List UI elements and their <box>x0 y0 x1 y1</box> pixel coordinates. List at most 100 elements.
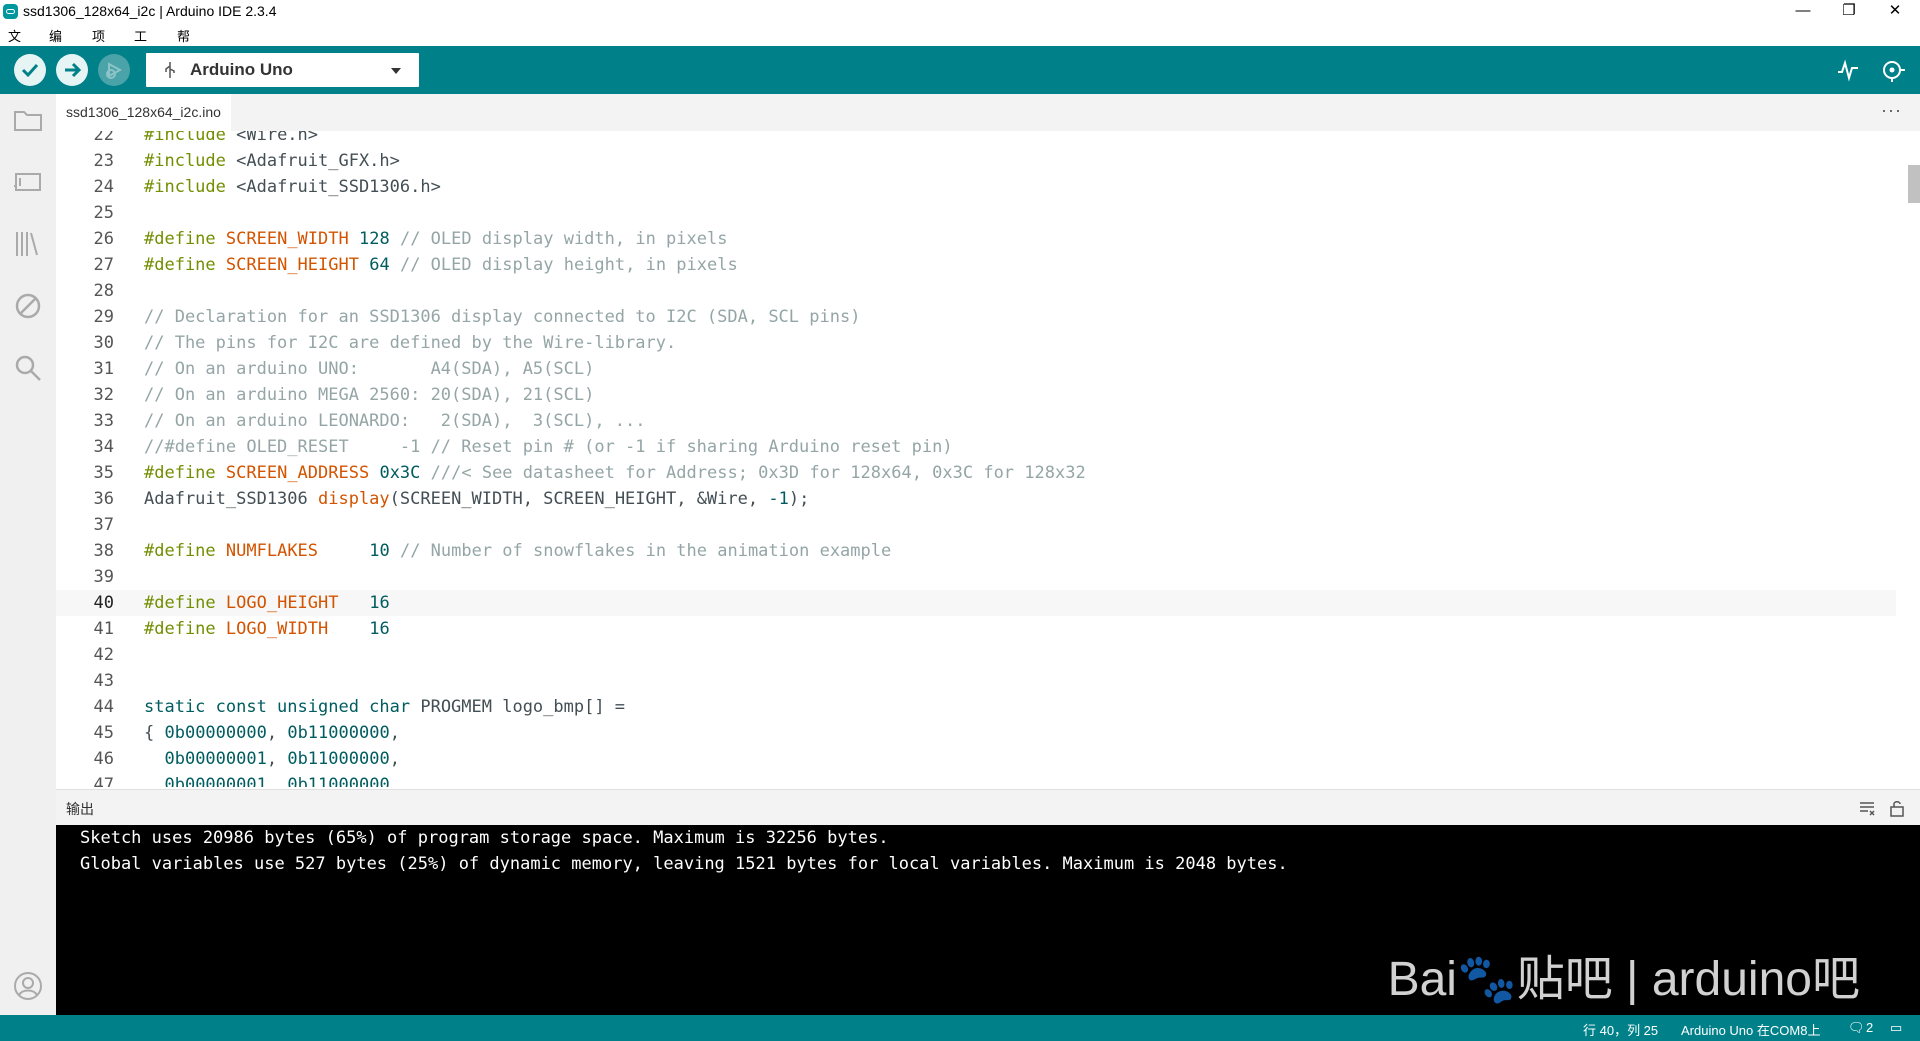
line-number: 27 <box>93 255 114 275</box>
code-text: #define LOGO_WIDTH 16 <box>144 619 390 639</box>
debug-no-icon[interactable] <box>12 290 44 322</box>
code-text: // On an arduino LEONARDO: 2(SDA), 3(SCL… <box>144 411 646 431</box>
line-number: 42 <box>93 645 114 665</box>
code-line[interactable]: 40 #define LOGO_HEIGHT 16 <box>56 590 1896 616</box>
minimize-button[interactable]: — <box>1780 0 1826 23</box>
chevron-down-icon <box>391 68 401 74</box>
code-line[interactable]: 25 <box>56 200 1896 226</box>
watermark: Bai🐾贴吧 | arduino吧 <box>1387 953 1860 1006</box>
code-line[interactable]: 41 #define LOGO_WIDTH 16 <box>56 616 1896 642</box>
line-number: 43 <box>93 671 114 691</box>
code-line[interactable]: 27 #define SCREEN_HEIGHT 64 // OLED displ… <box>56 252 1896 278</box>
code-line[interactable]: 32 // On an arduino MEGA 2560: 20(SDA), 2… <box>56 382 1896 408</box>
output-line: Global variables use 527 bytes (25%) of … <box>80 854 1288 874</box>
line-number: 31 <box>93 359 114 379</box>
line-number: 26 <box>93 229 114 249</box>
line-number: 30 <box>93 333 114 353</box>
library-icon[interactable] <box>12 228 44 260</box>
folder-icon[interactable] <box>12 104 44 136</box>
line-number: 46 <box>93 749 114 769</box>
usb-icon <box>165 62 175 78</box>
code-text: // The pins for I2C are defined by the W… <box>144 333 677 353</box>
toggle-panel-icon[interactable]: ▭ <box>1890 1020 1902 1036</box>
code-text: { 0b00000000, 0b11000000, <box>144 723 400 743</box>
tab-sketch-file[interactable]: ssd1306_128x64_i2c.ino <box>56 94 231 131</box>
board-selector[interactable]: Arduino Uno <box>146 53 419 87</box>
output-console[interactable]: Sketch uses 20986 bytes (65%) of program… <box>56 825 1920 1015</box>
line-number: 34 <box>93 437 114 457</box>
line-number: 36 <box>93 489 114 509</box>
board-label: Arduino Uno <box>190 60 293 79</box>
line-number: 41 <box>93 619 114 639</box>
window-title: ssd1306_128x64_i2c | Arduino IDE 2.3.4 <box>23 3 277 19</box>
serial-monitor-icon[interactable] <box>1878 56 1906 84</box>
tab-bar: ssd1306_128x64_i2c.ino ··· <box>56 94 1920 131</box>
board-port-status[interactable]: Arduino Uno 在COM8上 <box>1681 1020 1820 1039</box>
code-line[interactable]: 39 <box>56 564 1896 590</box>
arrow-right-icon <box>65 62 82 78</box>
code-text: #define SCREEN_HEIGHT 64 // OLED display… <box>144 255 738 275</box>
lock-icon[interactable] <box>1888 799 1906 817</box>
code-text: 0b00000001, 0b11000000, <box>164 775 400 787</box>
cursor-position: 行 40，列 25 <box>1583 1023 1659 1038</box>
code-text: #define LOGO_HEIGHT 16 <box>144 593 390 613</box>
code-line[interactable]: 47 0b00000001, 0b11000000, <box>56 772 1896 787</box>
code-line[interactable]: 37 <box>56 512 1896 538</box>
line-number: 44 <box>93 697 114 717</box>
upload-button[interactable] <box>56 54 88 86</box>
code-text: #define NUMFLAKES 10 // Number of snowfl… <box>144 541 892 561</box>
code-line[interactable]: 35 #define SCREEN_ADDRESS 0x3C ///< See d… <box>56 460 1896 486</box>
code-line[interactable]: 46 0b00000001, 0b11000000, <box>56 746 1896 772</box>
code-line[interactable]: 42 <box>56 642 1896 668</box>
code-line[interactable]: 26 #define SCREEN_WIDTH 128 // OLED displ… <box>56 226 1896 252</box>
title-bar: ssd1306_128x64_i2c | Arduino IDE 2.3.4 —… <box>0 0 1920 23</box>
check-icon <box>21 63 39 78</box>
clear-output-icon[interactable] <box>1858 799 1876 817</box>
serial-plotter-icon[interactable] <box>1836 58 1860 82</box>
code-text: static const unsigned char PROGMEM logo_… <box>144 697 626 717</box>
debug-button[interactable] <box>98 54 130 86</box>
line-number: 28 <box>93 281 114 301</box>
code-line[interactable]: 34 //#define OLED_RESET -1 // Reset pin #… <box>56 434 1896 460</box>
line-number: 47 <box>93 775 114 787</box>
code-line[interactable]: 29 // Declaration for an SSD1306 display … <box>56 304 1896 330</box>
code-line[interactable]: 38 #define NUMFLAKES 10 // Number of snow… <box>56 538 1896 564</box>
line-number: 25 <box>93 203 114 223</box>
line-number: 39 <box>93 567 114 587</box>
maximize-button[interactable]: ❐ <box>1826 0 1872 23</box>
notifications-icon[interactable]: 🗨 <box>1848 1020 1865 1036</box>
code-line[interactable]: 23 #include <Adafruit_GFX.h> <box>56 148 1896 174</box>
line-number: 40 <box>93 593 114 613</box>
code-text: //#define OLED_RESET -1 // Reset pin # (… <box>144 437 953 457</box>
boards-icon[interactable] <box>12 166 44 198</box>
code-text: // On an arduino MEGA 2560: 20(SDA), 21(… <box>144 385 595 405</box>
code-line[interactable]: 45 { 0b00000000, 0b11000000, <box>56 720 1896 746</box>
arduino-logo-icon <box>3 4 18 19</box>
code-line[interactable]: 43 <box>56 668 1896 694</box>
sidebar <box>0 94 56 1015</box>
output-title: 输出 <box>66 801 94 817</box>
editor-scrollbar[interactable] <box>1908 165 1920 203</box>
code-line[interactable]: 24 #include <Adafruit_SSD1306.h> <box>56 174 1896 200</box>
code-line[interactable]: 30 // The pins for I2C are defined by the… <box>56 330 1896 356</box>
status-bar: 行 40，列 25 Arduino Uno 在COM8上 🗨 2 ▭ <box>0 1015 1920 1041</box>
output-header: 输出 <box>56 789 1920 826</box>
account-icon[interactable] <box>12 970 44 1002</box>
code-line[interactable]: 31 // On an arduino UNO: A4(SDA), A5(SCL) <box>56 356 1896 382</box>
code-editor[interactable]: 22 #include <Wire.h> 23 #include <Adafruit_… <box>56 131 1920 787</box>
code-line[interactable]: 33 // On an arduino LEONARDO: 2(SDA), 3(S… <box>56 408 1896 434</box>
more-actions-icon[interactable]: ··· <box>1881 100 1902 121</box>
code-text: Adafruit_SSD1306 display(SCREEN_WIDTH, S… <box>144 489 810 509</box>
verify-button[interactable] <box>14 54 46 86</box>
close-button[interactable]: ✕ <box>1872 0 1918 23</box>
search-icon[interactable] <box>12 352 44 384</box>
code-line[interactable]: 22 #include <Wire.h> <box>56 131 1896 148</box>
debug-icon <box>106 62 123 79</box>
code-line[interactable]: 44 static const unsigned char PROGMEM log… <box>56 694 1896 720</box>
line-number: 37 <box>93 515 114 535</box>
code-line[interactable]: 36 Adafruit_SSD1306 display(SCREEN_WIDTH,… <box>56 486 1896 512</box>
output-line: Sketch uses 20986 bytes (65%) of program… <box>80 828 889 848</box>
code-line[interactable]: 28 <box>56 278 1896 304</box>
code-text: // On an arduino UNO: A4(SDA), A5(SCL) <box>144 359 595 379</box>
notifications-count: 2 <box>1866 1020 1874 1035</box>
